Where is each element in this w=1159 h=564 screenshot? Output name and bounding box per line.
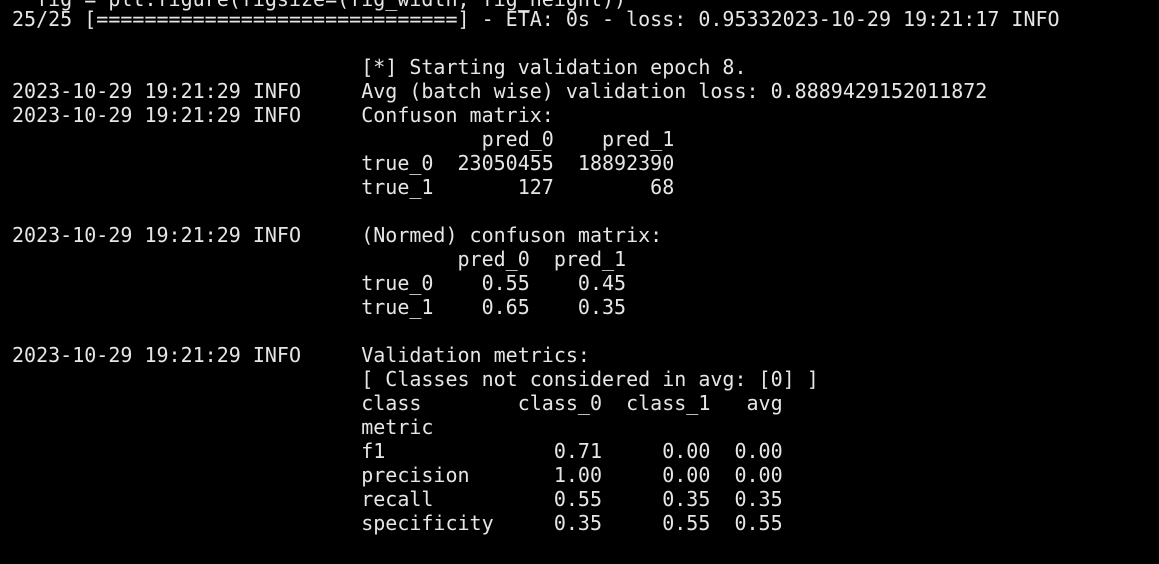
output-line-metrics-note: [ Classes not considered in avg: [0] ] [12,367,819,391]
output-line-confusion-row-true1: true_1 127 68 [12,175,675,199]
output-line-metrics-header: class class_0 class_1 avg [12,391,783,415]
output-line-confusion-header: pred_0 pred_1 [12,127,675,151]
output-line-progress: 25/25 [==============================] -… [12,7,1060,31]
output-line-normed-title: 2023-10-29 19:21:29 INFO (Normed) confus… [12,223,663,247]
output-line-metrics-subheader: metric [12,415,434,439]
output-line-metric-specificity: specificity 0.35 0.55 0.55 [12,511,783,535]
output-line-normed-header: pred_0 pred_1 [12,247,627,271]
output-line-confusion-row-true0: true_0 23050455 18892390 [12,151,675,175]
output-line-normed-row-true1: true_1 0.65 0.35 [12,295,627,319]
terminal-window[interactable]: fig = plt.figure(figsize=(fig_width, fig… [0,0,1159,564]
output-line-metric-f1: f1 0.71 0.00 0.00 [12,439,783,463]
output-line-normed-row-true0: true_0 0.55 0.45 [12,271,627,295]
output-line-validation-loss: 2023-10-29 19:21:29 INFO Avg (batch wise… [12,79,988,103]
output-line-metric-precision: precision 1.00 0.00 0.00 [12,463,783,487]
output-line-metrics-title: 2023-10-29 19:21:29 INFO Validation metr… [12,343,590,367]
output-line-metric-recall: recall 0.55 0.35 0.35 [12,487,783,511]
output-line-validation-start: [*] Starting validation epoch 8. [12,55,747,79]
terminal-output: fig = plt.figure(figsize=(fig_width, fig… [0,0,1159,564]
output-line-confusion-title: 2023-10-29 19:21:29 INFO Confuson matrix… [12,103,554,127]
